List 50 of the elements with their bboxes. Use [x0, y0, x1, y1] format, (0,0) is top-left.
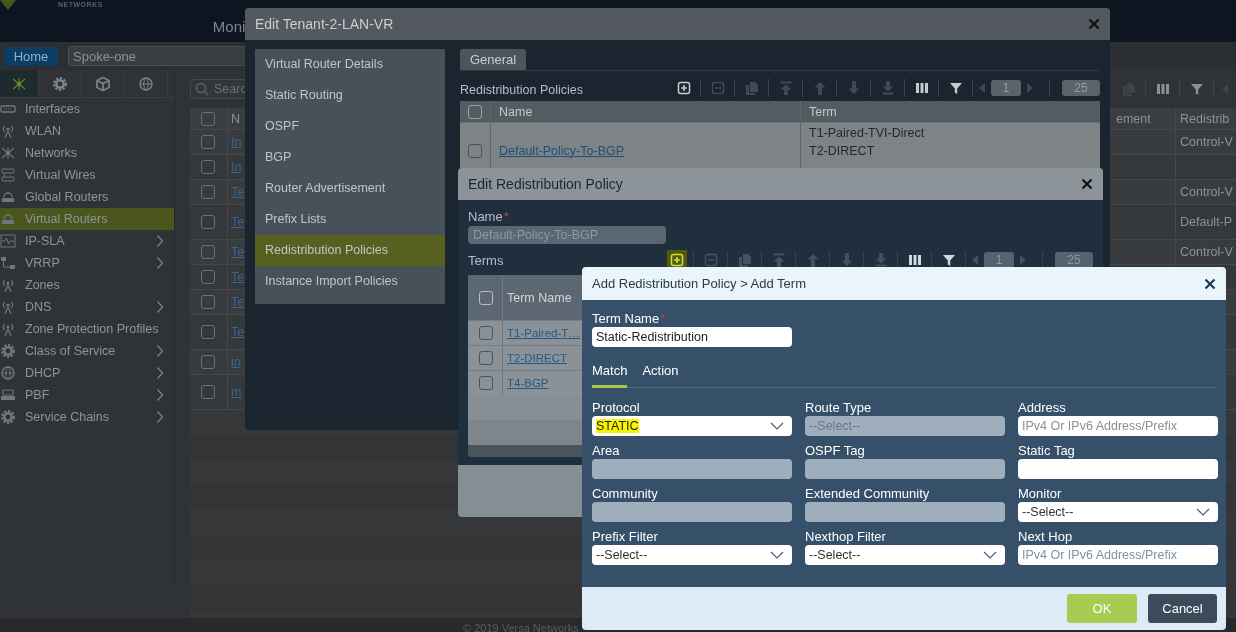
- sidebar-label: Interfaces: [25, 102, 80, 116]
- sidebar-label: VRRP: [25, 256, 60, 270]
- sidebar-label: WLAN: [25, 124, 62, 138]
- field-label: Route Type: [805, 399, 873, 416]
- table-cell-text: T2-DIRECT: [809, 143, 875, 160]
- sidebar-label: Global Routers: [25, 190, 109, 204]
- column-header: Redistrib: [1180, 111, 1230, 126]
- sidebar-label: Virtual Routers: [25, 212, 108, 226]
- dialog-title: Edit Tenant-2-LAN-VR: [255, 16, 394, 32]
- field-label: Name: [468, 208, 503, 225]
- field-label: Protocol: [592, 399, 641, 416]
- table-cell: Control-V: [1180, 185, 1233, 199]
- highlighted-text: STATIC: [596, 419, 639, 433]
- field-label: OSPF Tag: [805, 442, 866, 459]
- dialog-title: Add Redistribution Policy > Add Term: [592, 276, 806, 291]
- field-label: Area: [592, 442, 621, 459]
- field-label: Term Name: [592, 310, 660, 327]
- section-title: Redistribution Policies: [460, 83, 583, 97]
- required-mark: *: [660, 310, 666, 327]
- field-label: Extended Community: [805, 485, 931, 502]
- field-label: Nexthop Filter: [805, 528, 887, 545]
- sidebar-label: Service Chains: [25, 410, 110, 424]
- column-header: Term: [809, 104, 837, 119]
- table-cell: Control-V: [1180, 245, 1233, 259]
- sidebar-label: Networks: [25, 146, 78, 160]
- field-label: Community: [592, 485, 659, 502]
- sidebar-label: IP-SLA: [25, 234, 65, 248]
- field-label: Prefix Filter: [592, 528, 659, 545]
- sidebar-label: DNS: [25, 300, 52, 314]
- sidebar-label: DHCP: [25, 366, 61, 380]
- required-mark: *: [503, 208, 509, 225]
- field-label: Static Tag: [1018, 442, 1076, 459]
- field-label: Next Hop: [1018, 528, 1074, 545]
- field-label: Address: [1018, 399, 1067, 416]
- table-cell-text: T1-Paired-TVI-Direct: [809, 125, 925, 142]
- sidebar-label: Class of Service: [25, 344, 116, 358]
- sidebar-label: PBF: [25, 388, 50, 402]
- sidebar-label: Virtual Wires: [25, 168, 96, 182]
- column-header: ement: [1116, 111, 1151, 126]
- field-label: Monitor: [1018, 485, 1063, 502]
- sidebar-label: Zones: [25, 278, 60, 292]
- column-header: Name: [499, 104, 533, 119]
- field-label: Terms: [468, 252, 504, 268]
- column-header: N: [231, 111, 241, 126]
- dialog-title: Edit Redistribution Policy: [468, 176, 623, 192]
- table-cell: Control-V: [1180, 135, 1233, 149]
- sidebar-label: Zone Protection Profiles: [25, 322, 159, 336]
- column-header: Term Name: [507, 290, 572, 305]
- table-cell: Default-P: [1180, 215, 1233, 229]
- search-placeholder: Searc: [214, 82, 247, 96]
